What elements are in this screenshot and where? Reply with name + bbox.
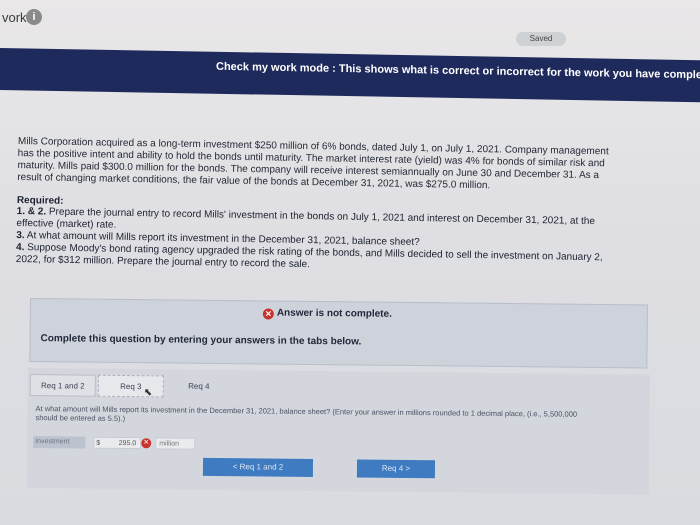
mode-bar-text: Check my work mode : This shows what is … [216,60,700,82]
top-strip: vork i Saved [0,0,700,46]
unit-label: million [155,437,196,450]
instruction-text: Complete this question by entering your … [40,333,362,348]
problem-statement: Mills Corporation acquired as a long-ter… [17,136,678,196]
check-my-work-banner: Check my work mode : This shows what is … [0,48,700,103]
incorrect-x-icon: ✕ [141,438,152,449]
work-label: vork [2,10,27,25]
tab-req-4[interactable]: Req 4 [166,375,232,398]
question-text: At what amount will Mills report its inv… [35,404,578,424]
info-icon[interactable]: i [26,9,42,25]
answer-status-panel: ✕ Answer is not complete. Complete this q… [29,298,648,369]
saved-badge: Saved [516,32,566,46]
mouse-cursor-icon: ⬉ [143,387,153,399]
currency-symbol: $ [96,439,101,447]
tabs-panel: Req 1 and 2 Req 3 Req 4 ⬉ At what amount… [26,368,650,495]
investment-input[interactable]: $ 295.0 [93,436,142,450]
next-req-button[interactable]: Req 4 > [356,459,436,479]
tab-req-3[interactable]: Req 3 [97,374,164,398]
required-item-text: effective (market) rate. [16,217,117,231]
investment-value: 295.0 [118,439,137,448]
answer-status: ✕ Answer is not complete. [262,307,392,320]
tab-req-1-and-2[interactable]: Req 1 and 2 [29,374,96,397]
answer-status-text: Answer is not complete. [276,307,392,320]
required-item-number: 1. & 2. [16,205,47,218]
problem-content: Mills Corporation acquired as a long-ter… [16,136,678,277]
prev-req-button[interactable]: < Req 1 and 2 [202,457,314,477]
investment-label: Investment [33,436,86,449]
error-x-icon: ✕ [262,308,274,320]
